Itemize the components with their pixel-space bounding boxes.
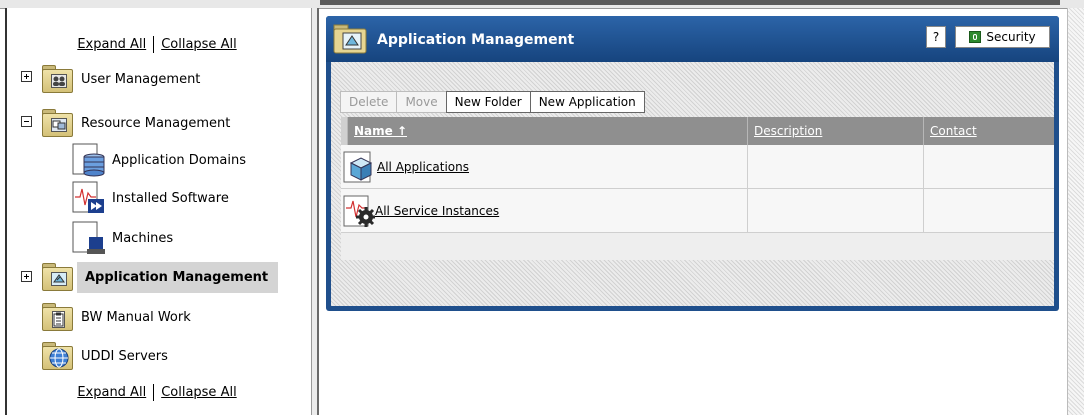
tree-item-application-management[interactable]: Application Management [42, 259, 279, 295]
tree-item-bw-manual-work[interactable]: BW Manual Work [42, 299, 191, 335]
resource-management-collapse-icon[interactable] [21, 116, 32, 127]
panel-header: Application Management ? Security [326, 16, 1059, 62]
tree-links-top: Expand All Collapse All [7, 36, 307, 53]
tree-item-machines[interactable]: Machines [72, 220, 173, 256]
tree-label-machines: Machines [112, 230, 174, 246]
tree-links-bottom: Expand All Collapse All [7, 384, 307, 401]
service-instance-gear-icon [343, 195, 376, 227]
tree-label-resource-management: Resource Management [81, 115, 231, 131]
tree-label-uddi-servers: UDDI Servers [81, 348, 168, 364]
all-service-instances-link[interactable]: All Service Instances [375, 204, 499, 218]
tree-label-application-management: Application Management [77, 261, 279, 293]
window-scrollbar[interactable] [1067, 8, 1084, 415]
security-label: Security [986, 30, 1036, 44]
tree-item-application-domains[interactable]: Application Domains [72, 142, 246, 178]
all-applications-link[interactable]: All Applications [377, 160, 469, 174]
tree-item-resource-management[interactable]: Resource Management [42, 105, 230, 141]
applications-table: Name ↑ Description Contact All Applicati… [341, 117, 1054, 260]
tree-item-installed-software[interactable]: Installed Software [72, 180, 229, 216]
row-contact-cell [923, 145, 1054, 188]
navigation-tree: Expand All Collapse All User Management R… [5, 8, 313, 415]
column-header-contact[interactable]: Contact [923, 117, 1054, 145]
expand-all-link[interactable]: Expand All [77, 37, 146, 52]
tree-item-uddi-servers[interactable]: UDDI Servers [42, 338, 168, 374]
security-icon [969, 31, 982, 43]
installed-software-icon [72, 181, 108, 215]
application-management-panel: Application Management ? Security Delete… [326, 16, 1059, 311]
pane-splitter[interactable] [311, 8, 319, 415]
tree-label-installed-software: Installed Software [112, 190, 229, 206]
table-row: All Applications [341, 145, 1054, 189]
application-management-expand-icon[interactable] [21, 271, 32, 282]
new-folder-button[interactable]: New Folder [445, 91, 531, 113]
tree-label-user-management: User Management [81, 71, 201, 87]
new-application-button[interactable]: New Application [529, 91, 645, 113]
move-button[interactable]: Move [396, 91, 447, 113]
tree-label-application-domains: Application Domains [112, 152, 246, 168]
collapse-all-link[interactable]: Collapse All [161, 37, 237, 52]
application-folder-icon [333, 24, 367, 54]
security-button[interactable]: Security [955, 26, 1050, 48]
top-frame-edge [320, 0, 1060, 5]
help-button[interactable]: ? [926, 26, 946, 48]
delete-button[interactable]: Delete [340, 91, 398, 113]
users-folder-icon [42, 65, 73, 93]
tree-label-bw-manual-work: BW Manual Work [81, 309, 191, 325]
database-icon [72, 143, 108, 177]
row-name-cell: All Applications [341, 145, 747, 188]
table-footer [341, 233, 1054, 260]
collapse-all-link-bottom[interactable]: Collapse All [161, 385, 237, 400]
application-cube-icon [343, 151, 375, 183]
table-row: All Service Instances [341, 189, 1054, 233]
user-management-expand-icon[interactable] [21, 71, 32, 82]
row-description-cell [747, 145, 923, 188]
clipboard-folder-icon [42, 303, 73, 331]
tree-item-user-management[interactable]: User Management [42, 61, 200, 97]
column-header-name[interactable]: Name ↑ [347, 117, 747, 145]
row-contact-cell [923, 189, 1054, 232]
links-separator [153, 36, 155, 53]
resources-folder-icon [42, 109, 73, 137]
applications-folder-icon [42, 263, 73, 291]
row-name-cell: All Service Instances [341, 189, 747, 232]
machine-icon [72, 221, 108, 255]
links-separator-bottom [153, 384, 155, 401]
row-description-cell [747, 189, 923, 232]
action-toolbar: Delete Move New Folder New Application [340, 91, 645, 113]
panel-content: Delete Move New Folder New Application N… [331, 62, 1054, 306]
panel-title: Application Management [377, 32, 575, 48]
expand-all-link-bottom[interactable]: Expand All [77, 385, 146, 400]
globe-folder-icon [42, 342, 73, 370]
table-header: Name ↑ Description Contact [341, 117, 1054, 145]
column-header-description[interactable]: Description [747, 117, 923, 145]
